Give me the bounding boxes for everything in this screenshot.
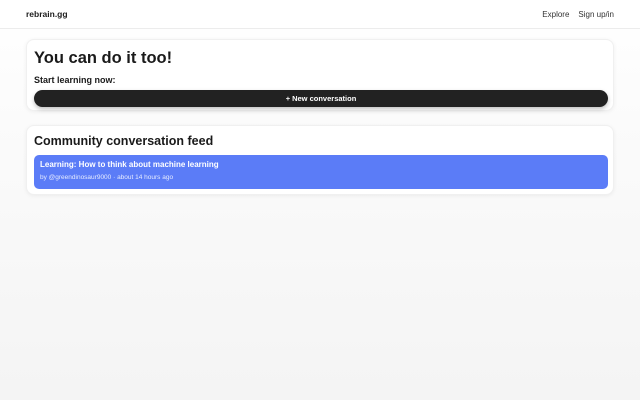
top-navbar: rebrain.gg Explore Sign up/in bbox=[0, 0, 640, 29]
brand-logo[interactable]: rebrain.gg bbox=[26, 9, 68, 19]
new-conversation-button[interactable]: + New conversation bbox=[34, 90, 608, 107]
nav-explore-link[interactable]: Explore bbox=[542, 10, 569, 19]
plus-icon: + bbox=[285, 94, 291, 103]
conversation-item[interactable]: Learning: How to think about machine lea… bbox=[34, 155, 608, 189]
conversation-meta: by @greendinosaur9000 · about 14 hours a… bbox=[40, 174, 174, 181]
hero-card: You can do it too! Start learning now: +… bbox=[26, 39, 614, 111]
conversation-title: Learning: How to think about machine lea… bbox=[40, 160, 219, 169]
nav-signin-link[interactable]: Sign up/in bbox=[578, 10, 614, 19]
new-conversation-label: New conversation bbox=[292, 94, 357, 103]
hero-subtitle: Start learning now: bbox=[34, 75, 116, 85]
feed-title: Community conversation feed bbox=[34, 134, 214, 148]
hero-title: You can do it too! bbox=[34, 49, 173, 67]
community-feed-card: Community conversation feed Learning: Ho… bbox=[26, 125, 614, 195]
top-nav: Explore Sign up/in bbox=[542, 10, 614, 19]
